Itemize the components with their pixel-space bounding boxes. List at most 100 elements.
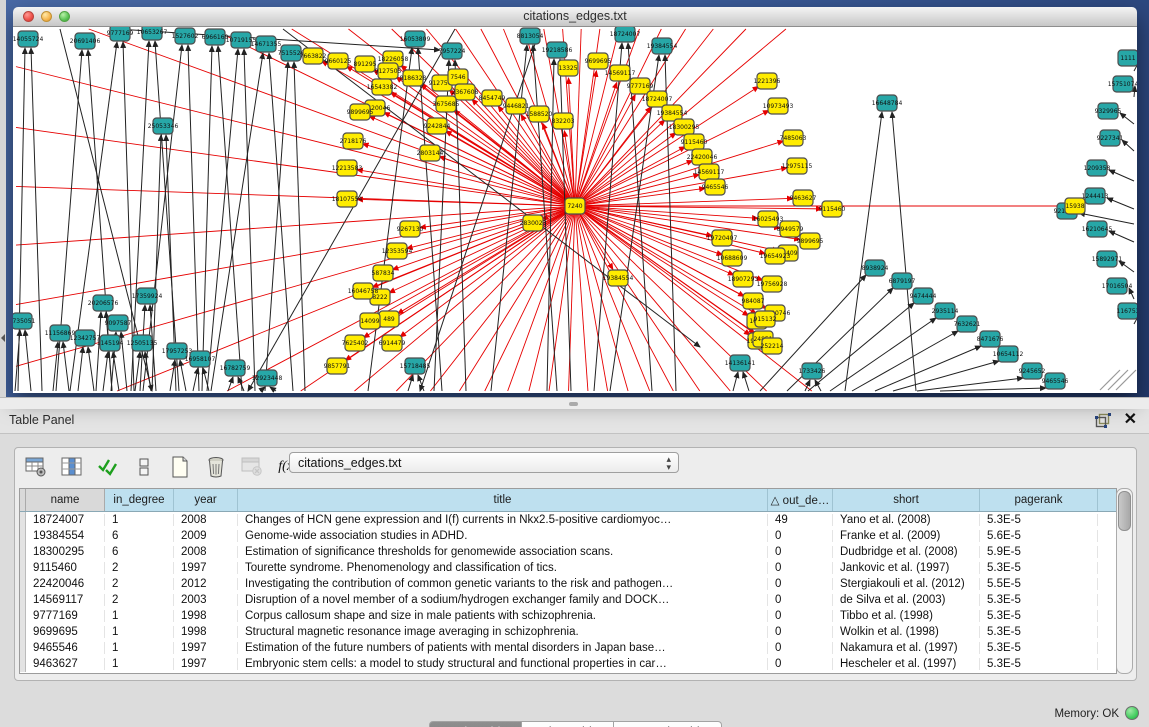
table-cell[interactable]: 1 bbox=[105, 514, 174, 526]
table-cell[interactable]: 2008 bbox=[174, 546, 238, 558]
table-cell[interactable]: 9699695 bbox=[26, 626, 105, 638]
table-cell[interactable]: Wolkin et al. (1998) bbox=[833, 626, 980, 638]
table-cell[interactable]: Investigating the contribution of common… bbox=[238, 578, 768, 590]
close-icon[interactable]: ✕ bbox=[1124, 411, 1137, 429]
table-cell[interactable]: 18300295 bbox=[26, 546, 105, 558]
table-cell[interactable]: Disruption of a novel member of a sodium… bbox=[238, 594, 768, 606]
table-cell[interactable]: 2012 bbox=[174, 578, 238, 590]
table-cell[interactable]: Franke et al. (2009) bbox=[833, 530, 980, 542]
scrollbar-thumb[interactable] bbox=[1118, 491, 1131, 531]
divider-grip-icon[interactable] bbox=[569, 402, 578, 406]
table-cell[interactable]: 49 bbox=[768, 514, 833, 526]
column-header-title[interactable]: title bbox=[238, 489, 768, 511]
table-cell[interactable]: Embryonic stem cells: a model to study s… bbox=[238, 658, 768, 670]
table-cell[interactable]: 0 bbox=[768, 546, 833, 558]
delete-icon[interactable] bbox=[203, 455, 229, 479]
resize-grip-icon[interactable] bbox=[1108, 370, 1128, 390]
table-cell[interactable]: 0 bbox=[768, 530, 833, 542]
table-cell[interactable]: 1 bbox=[105, 610, 174, 622]
table-cell[interactable]: Structural magnetic resonance image aver… bbox=[238, 626, 768, 638]
table-cell[interactable]: 0 bbox=[768, 658, 833, 670]
table-cell[interactable]: 1998 bbox=[174, 626, 238, 638]
table-cell[interactable]: Nakamura et al. (1997) bbox=[833, 642, 980, 654]
table-cell[interactable]: 6 bbox=[105, 546, 174, 558]
select-all-icon[interactable] bbox=[95, 455, 121, 479]
table-cell[interactable]: 1 bbox=[105, 642, 174, 654]
table-cell[interactable]: 5.3E-5 bbox=[980, 514, 1098, 526]
network-window-titlebar[interactable]: citations_edges.txt bbox=[13, 7, 1137, 27]
table-cell[interactable]: Estimation of significance thresholds fo… bbox=[238, 546, 768, 558]
table-cell[interactable]: Jankovic et al. (1997) bbox=[833, 562, 980, 574]
citation-network-graph[interactable]: 1405572420691406977716910653267152760269… bbox=[13, 27, 1137, 393]
table-cell[interactable]: 5.9E-5 bbox=[980, 546, 1098, 558]
table-cell[interactable]: 9463627 bbox=[26, 658, 105, 670]
table-cell[interactable]: 18724007 bbox=[26, 514, 105, 526]
table-cell[interactable]: 5.5E-5 bbox=[980, 578, 1098, 590]
table-row[interactable]: 977716911998Corpus callosum shape and si… bbox=[20, 608, 1116, 624]
column-header-pagerank[interactable]: pagerank bbox=[980, 489, 1098, 511]
table-cell[interactable]: 5.3E-5 bbox=[980, 610, 1098, 622]
rows-icon[interactable] bbox=[131, 455, 157, 479]
table-cell[interactable]: 22420046 bbox=[26, 578, 105, 590]
table-cell[interactable]: Corpus callosum shape and size in male p… bbox=[238, 610, 768, 622]
column-header-name[interactable]: name bbox=[26, 489, 105, 511]
network-graph-canvas[interactable]: 1405572420691406977716910653267152760269… bbox=[13, 27, 1137, 393]
table-cell[interactable]: 1997 bbox=[174, 562, 238, 574]
table-row[interactable]: 1830029562008Estimation of significance … bbox=[20, 544, 1116, 560]
float-window-icon[interactable] bbox=[1095, 413, 1111, 428]
table-cell[interactable]: 0 bbox=[768, 562, 833, 574]
table-options-icon[interactable] bbox=[23, 455, 49, 479]
table-row[interactable]: 946554611997Estimation of the future num… bbox=[20, 640, 1116, 656]
new-table-icon[interactable] bbox=[167, 455, 193, 479]
table-cell[interactable]: Changes of HCN gene expression and I(f) … bbox=[238, 514, 768, 526]
table-cell[interactable]: 0 bbox=[768, 626, 833, 638]
table-cell[interactable]: 0 bbox=[768, 642, 833, 654]
table-cell[interactable]: 9465546 bbox=[26, 642, 105, 654]
table-row[interactable]: 2242004622012Investigating the contribut… bbox=[20, 576, 1116, 592]
table-cell[interactable]: 14569117 bbox=[26, 594, 105, 606]
table-row[interactable]: 946362711997Embryonic stem cells: a mode… bbox=[20, 656, 1116, 672]
table-cell[interactable]: de Silva et al. (2003) bbox=[833, 594, 980, 606]
table-cell[interactable]: 5.6E-5 bbox=[980, 530, 1098, 542]
table-selector-dropdown[interactable]: citations_edges.txt ▴▾ bbox=[289, 452, 679, 473]
table-cell[interactable]: 1997 bbox=[174, 642, 238, 654]
table-cell[interactable]: 19384554 bbox=[26, 530, 105, 542]
table-vertical-scrollbar[interactable] bbox=[1116, 488, 1133, 674]
table-cell[interactable]: 5.3E-5 bbox=[980, 626, 1098, 638]
table-row[interactable]: 969969511998Structural magnetic resonanc… bbox=[20, 624, 1116, 640]
table-cell[interactable]: 5.3E-5 bbox=[980, 642, 1098, 654]
table-cell[interactable]: 2003 bbox=[174, 594, 238, 606]
panel-divider[interactable] bbox=[0, 397, 1149, 409]
table-cell[interactable]: 1 bbox=[105, 658, 174, 670]
panel-expand-arrow-icon[interactable] bbox=[1, 334, 5, 342]
column-header-year[interactable]: year bbox=[174, 489, 238, 511]
column-header-out_de[interactable]: △ out_de… bbox=[768, 489, 833, 511]
resize-grip-icon[interactable] bbox=[1100, 370, 1120, 390]
table-cell[interactable]: 1997 bbox=[174, 658, 238, 670]
table-cell[interactable]: 0 bbox=[768, 610, 833, 622]
table-cell[interactable]: 2 bbox=[105, 562, 174, 574]
column-icon[interactable] bbox=[59, 455, 85, 479]
table-cell[interactable]: Tourette syndrome. Phenomenology and cla… bbox=[238, 562, 768, 574]
table-cell[interactable]: 2 bbox=[105, 578, 174, 590]
table-cell[interactable]: 0 bbox=[768, 578, 833, 590]
table-cell[interactable]: 5.3E-5 bbox=[980, 562, 1098, 574]
column-header-short[interactable]: short bbox=[833, 489, 980, 511]
collapsed-panel-edge[interactable] bbox=[0, 0, 6, 398]
table-cell[interactable]: 9777169 bbox=[26, 610, 105, 622]
table-row[interactable]: 1938455462009Genome-wide association stu… bbox=[20, 528, 1116, 544]
table-cell[interactable]: 9115460 bbox=[26, 562, 105, 574]
table-cell[interactable]: 2008 bbox=[174, 514, 238, 526]
table-cell[interactable]: 5.3E-5 bbox=[980, 658, 1098, 670]
table-cell[interactable]: 0 bbox=[768, 594, 833, 606]
resize-grip-icon[interactable] bbox=[1116, 370, 1136, 390]
table-cell[interactable]: Hescheler et al. (1997) bbox=[833, 658, 980, 670]
table-cell[interactable]: Estimation of the future numbers of pati… bbox=[238, 642, 768, 654]
table-cell[interactable]: Stergiakouli et al. (2012) bbox=[833, 578, 980, 590]
table-cell[interactable]: 5.3E-5 bbox=[980, 594, 1098, 606]
table-cell[interactable]: Yano et al. (2008) bbox=[833, 514, 980, 526]
table-cell[interactable]: Tibbo et al. (1998) bbox=[833, 610, 980, 622]
table-cell[interactable]: 1998 bbox=[174, 610, 238, 622]
table-cell[interactable]: 1 bbox=[105, 626, 174, 638]
column-header-in_degree[interactable]: in_degree bbox=[105, 489, 174, 511]
